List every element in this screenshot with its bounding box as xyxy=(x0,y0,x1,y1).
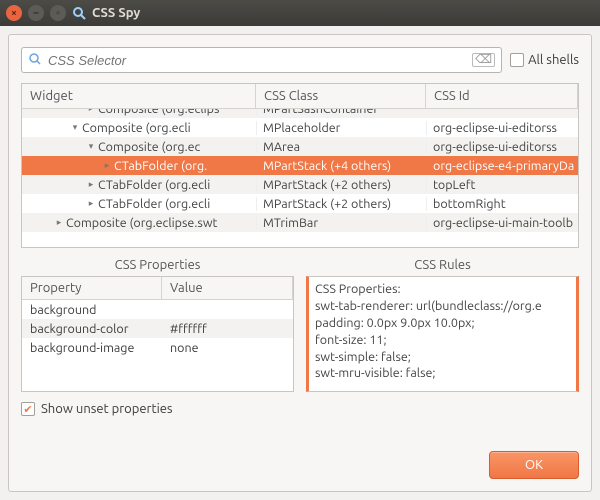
maximize-icon[interactable]: ▫ xyxy=(50,5,66,21)
props-body: backgroundbackground-color#ffffffbackgro… xyxy=(22,300,293,357)
css-class-cell: MPartStack (+4 others) xyxy=(256,159,426,173)
css-class-cell: MPlaceholder xyxy=(256,121,426,135)
props-header: Property Value xyxy=(22,277,293,300)
tree-body: ▸Composite (org.eclipsMPartSashContainer… xyxy=(22,109,578,245)
all-shells-label: All shells xyxy=(528,53,579,67)
tree-header: Widget CSS Class CSS Id xyxy=(22,84,578,109)
expand-icon[interactable]: ▸ xyxy=(86,198,96,209)
table-row[interactable]: ▸CTabFolder (org. MPartStack (+4 others)o… xyxy=(22,156,578,175)
table-row[interactable]: ▸CTabFolder (org.ecli MPartStack (+2 othe… xyxy=(22,194,578,213)
props-table[interactable]: Property Value background background-colo… xyxy=(21,276,294,392)
show-unset-checkbox[interactable]: ✔ Show unset properties xyxy=(21,402,579,416)
checkbox-icon: ✔ xyxy=(21,402,35,416)
clear-icon[interactable]: ⌫ xyxy=(472,53,495,67)
css-rules-panel: CSS Rules CSS Properties:swt-tab-rendere… xyxy=(306,256,579,392)
table-row[interactable]: background xyxy=(22,300,293,319)
expand-icon[interactable]: ▸ xyxy=(86,109,96,114)
table-row[interactable]: ▾Composite (org.ecli MPlaceholderorg-ecli… xyxy=(22,118,578,137)
css-id-cell: org-eclipse-ui-main-toolb xyxy=(426,216,578,230)
table-row[interactable]: ▸Composite (org.eclips MPartSashContainer xyxy=(22,109,578,118)
ok-label: OK xyxy=(525,458,543,472)
css-id-cell: org-eclipse-ui-editorss xyxy=(426,121,578,135)
col-widget[interactable]: Widget xyxy=(22,84,256,108)
expand-icon[interactable]: ▸ xyxy=(86,179,96,190)
expand-icon[interactable]: ▾ xyxy=(70,122,80,133)
rules-text[interactable]: CSS Properties:swt-tab-renderer: url(bun… xyxy=(306,276,579,392)
col-property[interactable]: Property xyxy=(22,277,162,299)
app-icon xyxy=(72,6,86,20)
rule-line: padding: 0.0px 9.0px 10.0px; xyxy=(315,315,570,332)
minimize-icon[interactable]: – xyxy=(28,5,44,21)
lower-panels: CSS Properties Property Value background… xyxy=(21,256,579,392)
col-css-id[interactable]: CSS Id xyxy=(426,84,578,108)
widget-label: CTabFolder (org.ecli xyxy=(98,178,210,192)
all-shells-checkbox[interactable]: All shells xyxy=(510,53,579,67)
expand-icon[interactable]: ▸ xyxy=(102,160,112,171)
rule-line: swt-simple: false; xyxy=(315,349,570,366)
col-value[interactable]: Value xyxy=(162,277,293,299)
table-row[interactable]: ▾Composite (org.ec MAreaorg-eclipse-ui-ed… xyxy=(22,137,578,156)
prop-name: background-color xyxy=(22,322,162,336)
prop-value: none xyxy=(162,341,293,355)
window-title: CSS Spy xyxy=(92,6,140,20)
table-row[interactable]: background-color#ffffff xyxy=(22,319,293,338)
checkbox-icon xyxy=(510,53,524,67)
widget-tree[interactable]: Widget CSS Class CSS Id ▸Composite (org.… xyxy=(21,83,579,248)
css-id-cell: org-eclipse-e4-primaryDa xyxy=(426,159,578,173)
css-id-cell: org-eclipse-ui-editorss xyxy=(426,140,578,154)
search-input[interactable] xyxy=(46,52,468,69)
show-unset-label: Show unset properties xyxy=(41,402,173,416)
search-row: ⌫ All shells xyxy=(21,47,579,73)
rule-line: swt-mru-visible: false; xyxy=(315,365,570,382)
table-row[interactable]: background-imagenone xyxy=(22,338,293,357)
prop-name: background xyxy=(22,303,162,317)
search-box[interactable]: ⌫ xyxy=(21,47,502,73)
rules-title: CSS Rules xyxy=(306,256,579,276)
table-row[interactable]: ▸Composite (org.eclipse.swt MTrimBarorg-e… xyxy=(22,213,578,232)
css-class-cell: MArea xyxy=(256,140,426,154)
widget-label: Composite (org.ecli xyxy=(82,121,191,135)
css-id-cell: bottomRight xyxy=(426,197,578,211)
expand-icon[interactable]: ▾ xyxy=(86,141,96,152)
widget-label: CTabFolder (org.ecli xyxy=(98,197,210,211)
css-class-cell: MPartStack (+2 others) xyxy=(256,197,426,211)
props-title: CSS Properties xyxy=(21,256,294,276)
css-properties-panel: CSS Properties Property Value background… xyxy=(21,256,294,392)
prop-value: #ffffff xyxy=(162,322,293,336)
dialog-content: ⌫ All shells Widget CSS Class CSS Id ▸Co… xyxy=(8,34,592,492)
css-class-cell: MTrimBar xyxy=(256,216,426,230)
ok-button[interactable]: OK xyxy=(489,451,579,479)
prop-name: background-image xyxy=(22,341,162,355)
widget-label: CTabFolder (org. xyxy=(114,159,207,173)
widget-label: Composite (org.ec xyxy=(98,140,200,154)
dialog-footer: OK xyxy=(21,441,579,479)
col-css-class[interactable]: CSS Class xyxy=(256,84,426,108)
css-class-cell: MPartStack (+2 others) xyxy=(256,178,426,192)
rule-line: swt-tab-renderer: url(bundleclass://org.… xyxy=(315,298,570,315)
titlebar: × – ▫ CSS Spy xyxy=(0,0,600,26)
css-class-cell: MPartSashContainer xyxy=(256,109,426,116)
rule-line: font-size: 11; xyxy=(315,332,570,349)
widget-label: Composite (org.eclips xyxy=(98,109,219,116)
widget-label: Composite (org.eclipse.swt xyxy=(66,216,217,230)
table-row[interactable]: ▸CTabFolder (org.ecli MPartStack (+2 othe… xyxy=(22,175,578,194)
css-id-cell: topLeft xyxy=(426,178,578,192)
close-icon[interactable]: × xyxy=(6,5,22,21)
search-icon xyxy=(28,52,42,69)
rule-line: CSS Properties: xyxy=(315,281,570,298)
expand-icon[interactable]: ▸ xyxy=(54,217,64,228)
